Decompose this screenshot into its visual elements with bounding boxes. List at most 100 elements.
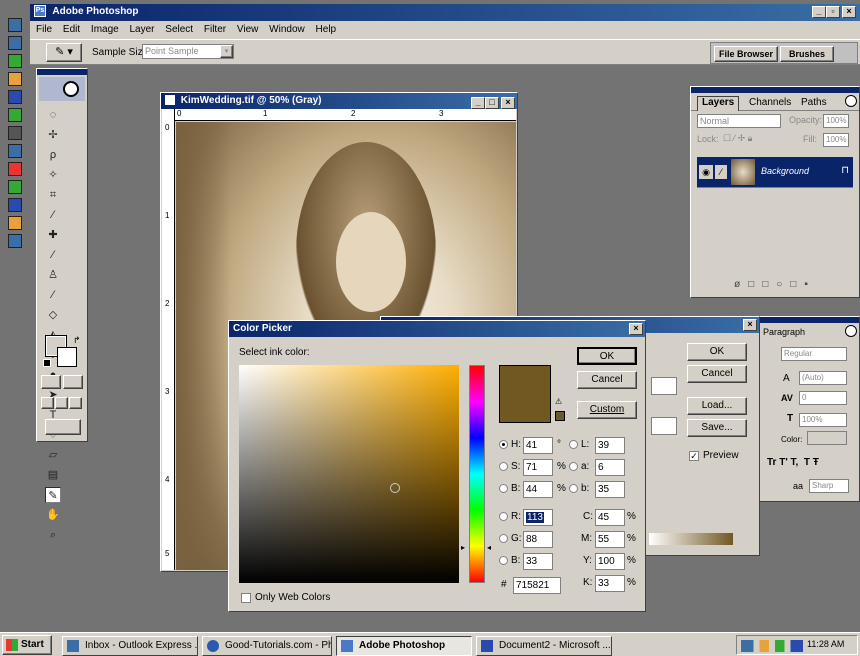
color-field-cursor[interactable] bbox=[390, 483, 400, 493]
clone-stamp-tool-icon[interactable]: ♙ bbox=[45, 267, 61, 283]
color-picker-close-icon[interactable]: × bbox=[629, 323, 643, 335]
desktop-shortcut-icon[interactable] bbox=[8, 54, 22, 68]
hue-slider[interactable] bbox=[469, 365, 485, 583]
history-brush-tool-icon[interactable]: ⁄ bbox=[45, 287, 61, 303]
radio-a[interactable] bbox=[569, 461, 578, 472]
radio-r[interactable] bbox=[499, 511, 508, 522]
menu-edit[interactable]: Edit bbox=[63, 24, 80, 35]
taskbar-item-outlook[interactable]: Inbox - Outlook Express ... bbox=[62, 636, 198, 656]
custom-button[interactable]: Custom bbox=[577, 401, 637, 419]
radio-h[interactable] bbox=[499, 439, 508, 450]
desktop-shortcut-icon[interactable] bbox=[8, 144, 22, 158]
marquee-tool-icon[interactable]: ◌ bbox=[45, 107, 61, 123]
quickmask-mode-icon[interactable] bbox=[63, 375, 83, 389]
levels-field-1[interactable] bbox=[651, 377, 677, 395]
h-field[interactable]: 41 bbox=[523, 437, 553, 454]
radio-l[interactable] bbox=[569, 439, 578, 450]
menu-window[interactable]: Window bbox=[269, 24, 305, 35]
taskbar-item-photoshop[interactable]: Adobe Photoshop bbox=[336, 636, 472, 656]
levels-load-button[interactable]: Load... bbox=[687, 397, 747, 415]
desktop-shortcut-icon[interactable] bbox=[8, 216, 22, 230]
blue-field[interactable]: 33 bbox=[523, 553, 553, 570]
desktop-shortcut-icon[interactable] bbox=[8, 162, 22, 176]
cancel-button[interactable]: Cancel bbox=[577, 371, 637, 389]
screen-mode-full-menu-icon[interactable] bbox=[55, 397, 68, 409]
start-button[interactable]: Start bbox=[2, 635, 52, 655]
b-field[interactable]: 44 bbox=[523, 481, 553, 498]
eraser-tool-icon[interactable]: ◇ bbox=[45, 307, 61, 323]
menu-image[interactable]: Image bbox=[91, 24, 119, 35]
restore-icon[interactable]: ▫ bbox=[826, 6, 840, 18]
m-field[interactable]: 55 bbox=[595, 531, 625, 548]
desktop-shortcut-icon[interactable] bbox=[8, 36, 22, 50]
gamut-warning-icon[interactable]: ⚠ bbox=[555, 397, 562, 406]
menu-help[interactable]: Help bbox=[316, 24, 337, 35]
tab-paragraph[interactable]: Paragraph bbox=[763, 327, 805, 337]
tab-file-browser[interactable]: File Browser bbox=[714, 46, 778, 62]
ok-button[interactable]: OK bbox=[577, 347, 637, 365]
menu-layer[interactable]: Layer bbox=[130, 24, 155, 35]
tab-brushes[interactable]: Brushes bbox=[780, 46, 834, 62]
a-field[interactable]: 6 bbox=[595, 459, 625, 476]
jump-to-imageready-icon[interactable] bbox=[45, 419, 81, 435]
web-colors-checkbox[interactable] bbox=[241, 593, 251, 603]
antialias-select[interactable]: Sharp bbox=[809, 479, 849, 493]
layer-visibility-eye-icon[interactable]: ◉ bbox=[699, 165, 713, 179]
menu-filter[interactable]: Filter bbox=[204, 24, 226, 35]
hue-slider-right-arrow[interactable]: ◂ bbox=[487, 543, 491, 552]
desktop-shortcut-icon[interactable] bbox=[8, 90, 22, 104]
menu-file[interactable]: File bbox=[36, 24, 52, 35]
sample-size-select[interactable]: Point Sample ▾ bbox=[142, 44, 234, 59]
desktop-shortcut-icon[interactable] bbox=[8, 234, 22, 248]
desktop-shortcut-icon[interactable] bbox=[8, 72, 22, 86]
taskbar-item-word[interactable]: Document2 - Microsoft ... bbox=[476, 636, 612, 656]
g-field[interactable]: 88 bbox=[523, 531, 553, 548]
tab-channels[interactable]: Channels bbox=[745, 97, 795, 108]
desktop-shortcut-icon[interactable] bbox=[8, 18, 22, 32]
screen-mode-standard-icon[interactable] bbox=[41, 397, 54, 409]
levels-field-2[interactable] bbox=[651, 417, 677, 435]
text-style-buttons[interactable]: Tr T' T, T Ŧ bbox=[767, 457, 819, 468]
color-field[interactable] bbox=[239, 365, 459, 583]
swap-colors-icon[interactable]: ↱ bbox=[73, 335, 81, 346]
levels-cancel-button[interactable]: Cancel bbox=[687, 365, 747, 383]
tracking-field[interactable]: 0 bbox=[799, 391, 847, 405]
default-colors-icon[interactable] bbox=[43, 359, 51, 367]
leading-field[interactable]: (Auto) bbox=[799, 371, 847, 385]
background-swatch[interactable] bbox=[57, 347, 77, 367]
desktop-shortcut-icon[interactable] bbox=[8, 180, 22, 194]
levels-ok-button[interactable]: OK bbox=[687, 343, 747, 361]
healing-brush-tool-icon[interactable]: ✚ bbox=[45, 227, 61, 243]
radio-s[interactable] bbox=[499, 461, 508, 472]
k-field[interactable]: 33 bbox=[595, 575, 625, 592]
screen-mode-full-icon[interactable] bbox=[69, 397, 82, 409]
desktop-shortcut-icon[interactable] bbox=[8, 108, 22, 122]
radio-g[interactable] bbox=[499, 533, 508, 544]
hue-slider-left-arrow[interactable]: ▸ bbox=[461, 543, 465, 552]
notes-tool-icon[interactable]: ▤ bbox=[45, 467, 61, 483]
doc-minimize-icon[interactable]: _ bbox=[471, 97, 485, 109]
lock-icons[interactable]: ☐ ⁄ ✢ 🔒︎ bbox=[723, 133, 752, 144]
eyedropper-tool-icon[interactable]: ✎ bbox=[45, 487, 61, 503]
radio-blue[interactable] bbox=[499, 555, 508, 566]
c-field[interactable]: 45 bbox=[595, 509, 625, 526]
desktop-shortcut-icon[interactable] bbox=[8, 126, 22, 140]
doc-close-icon[interactable]: × bbox=[501, 97, 515, 109]
web-safe-swatch[interactable] bbox=[555, 411, 565, 421]
levels-close-icon[interactable]: × bbox=[743, 319, 757, 331]
opacity-field[interactable]: 100% bbox=[823, 114, 849, 128]
lasso-tool-icon[interactable]: ρ bbox=[45, 147, 61, 163]
tab-layers[interactable]: Layers bbox=[697, 96, 740, 111]
r-field[interactable]: 113 bbox=[523, 509, 553, 526]
hand-tool-icon[interactable]: ✋ bbox=[45, 507, 61, 523]
radio-lab-b[interactable] bbox=[569, 483, 578, 494]
close-icon[interactable]: × bbox=[842, 6, 856, 18]
crop-tool-icon[interactable]: ⌗ bbox=[45, 187, 61, 203]
shape-tool-icon[interactable]: ▱ bbox=[45, 447, 61, 463]
tool-preset-picker[interactable]: ✎ ▾ bbox=[46, 43, 82, 62]
tab-paths[interactable]: Paths bbox=[797, 97, 831, 108]
move-tool-icon[interactable]: ✢ bbox=[45, 127, 61, 143]
standard-mode-icon[interactable] bbox=[41, 375, 61, 389]
layer-row-background[interactable]: ◉ ⁄ Background ⊓ bbox=[697, 157, 853, 187]
tray-icons[interactable] bbox=[741, 640, 803, 652]
